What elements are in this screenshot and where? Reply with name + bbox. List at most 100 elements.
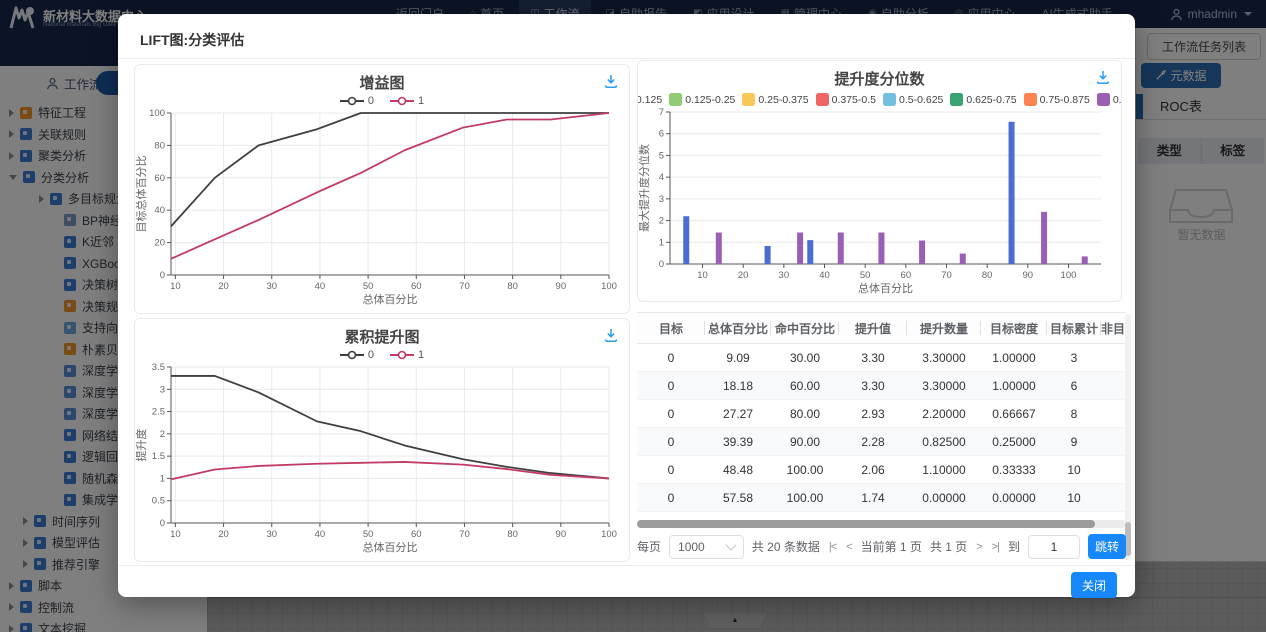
svg-text:70: 70 [459, 529, 470, 540]
svg-text:70: 70 [941, 270, 952, 281]
legend-item[interactable]: 0 [340, 95, 374, 107]
table-cell [1101, 400, 1126, 427]
table-cell: 1.00000 [981, 372, 1047, 399]
table-cell [1101, 484, 1126, 511]
quantile-bar-chart: 10203040506070809010001234567总体百分比最大提升度分… [638, 106, 1121, 299]
svg-text:20: 20 [738, 270, 749, 281]
table-row[interactable]: 039.3990.002.280.825000.250009 [637, 428, 1126, 456]
svg-text:提升度: 提升度 [135, 429, 148, 462]
legend-item[interactable]: 1 [390, 349, 424, 361]
svg-text:80: 80 [982, 270, 993, 281]
legend-item[interactable]: 0.875-1.0 [1097, 93, 1121, 106]
table-cell: 0.66667 [981, 400, 1047, 427]
svg-text:90: 90 [556, 281, 567, 292]
svg-text:20: 20 [154, 238, 165, 249]
svg-text:100: 100 [1061, 270, 1077, 281]
legend-item[interactable]: 0 [340, 349, 374, 361]
legend-item[interactable]: 0.25-0.375 [742, 93, 808, 106]
per-page-label: 每页 [637, 538, 661, 555]
table-cell: 0.00000 [981, 484, 1047, 511]
goto-button[interactable]: 跳转 [1088, 534, 1126, 559]
table-cell: 0 [637, 400, 705, 427]
legend-item[interactable]: 0.75-0.875 [1024, 93, 1090, 106]
table-cell: 2.06 [839, 456, 907, 483]
chart-legend[interactable]: 01 [135, 95, 629, 107]
legend-label: 0.25-0.375 [758, 94, 808, 106]
table-header-row: 目标总体百分比命中百分比提升值提升数量目标密度目标累计非目标累计 [637, 312, 1126, 344]
svg-text:40: 40 [315, 529, 326, 540]
chevron-down-icon [725, 539, 736, 550]
svg-text:5: 5 [659, 150, 664, 161]
legend-label: 0.5-0.625 [899, 94, 943, 106]
table-row[interactable]: 027.2780.002.932.200000.666678 [637, 400, 1126, 428]
legend-swatch [950, 93, 963, 106]
goto-page-input[interactable] [1028, 535, 1080, 559]
table-cell: 0 [637, 484, 705, 511]
hscroll-thumb[interactable] [637, 520, 1095, 528]
legend-swatch [742, 93, 755, 106]
table-hscrollbar[interactable] [637, 520, 1126, 528]
chart-legend[interactable]: 01 [135, 349, 629, 361]
svg-text:10: 10 [170, 281, 181, 292]
table-cell: 30.00 [771, 344, 839, 371]
svg-text:20: 20 [218, 529, 229, 540]
legend-swatch [883, 93, 896, 106]
svg-text:80: 80 [507, 529, 518, 540]
table-row[interactable]: 048.48100.002.061.100000.3333310 [637, 456, 1126, 484]
table-row[interactable]: 09.0930.003.303.300001.000003 [637, 344, 1126, 372]
svg-text:1: 1 [160, 473, 165, 484]
next-page-button[interactable]: > [975, 541, 982, 553]
legend-label: 0.125-0.25 [685, 94, 735, 106]
first-page-button[interactable]: |< [828, 541, 837, 553]
table-header-cell: 提升数量 [907, 313, 981, 343]
table-cell: 0 [637, 344, 705, 371]
legend-item[interactable]: 0.375-0.5 [816, 93, 876, 106]
table-cell: 48.48 [705, 456, 771, 483]
svg-text:0: 0 [659, 259, 664, 270]
svg-text:4: 4 [659, 172, 664, 183]
table-cell [1101, 456, 1126, 483]
table-row[interactable]: 057.58100.001.740.000000.0000010 [637, 484, 1126, 512]
table-cell: 0 [637, 456, 705, 483]
svg-text:3.5: 3.5 [152, 362, 165, 373]
svg-text:100: 100 [601, 281, 617, 292]
table-cell: 3 [1047, 344, 1101, 371]
table-cell: 60.00 [771, 372, 839, 399]
legend-label: 0 [368, 95, 374, 107]
svg-text:2.5: 2.5 [152, 407, 165, 418]
table-cell: 27.27 [705, 400, 771, 427]
table-cell: 2.28 [839, 428, 907, 455]
legend-swatch [816, 93, 829, 106]
download-icon[interactable] [1095, 69, 1111, 85]
legend-item[interactable]: 0.0-0.125 [638, 93, 662, 106]
legend-item[interactable]: 1 [390, 95, 424, 107]
svg-text:50: 50 [363, 281, 374, 292]
close-button[interactable]: 关闭 [1071, 572, 1117, 598]
download-icon[interactable] [603, 73, 619, 89]
table-row[interactable]: 018.1860.003.303.300001.000006 [637, 372, 1126, 400]
bin-legend[interactable]: 0.0-0.125 0.125-0.25 0.25-0.375 0.375-0.5 0.… [638, 93, 1121, 106]
table-cell [1101, 372, 1126, 399]
table-cell: 100.00 [771, 456, 839, 483]
table-vscrollbar[interactable] [1125, 314, 1131, 560]
table-cell: 57.58 [705, 484, 771, 511]
table-cell: 2.93 [839, 400, 907, 427]
table-cell: 0 [637, 372, 705, 399]
table-cell: 9.09 [705, 344, 771, 371]
table-header-cell: 总体百分比 [705, 313, 771, 343]
table-cell [1101, 344, 1126, 371]
table-cell: 8 [1047, 400, 1101, 427]
last-page-button[interactable]: >| [991, 541, 1000, 553]
table-cell: 0.25000 [981, 428, 1047, 455]
table-body: 09.0930.003.303.300001.000003018.1860.00… [637, 344, 1126, 512]
svg-text:10: 10 [170, 529, 181, 540]
per-page-select[interactable]: 1000 [669, 535, 744, 559]
prev-page-button[interactable]: < [845, 541, 852, 553]
legend-item[interactable]: 0.125-0.25 [669, 93, 735, 106]
svg-text:1.5: 1.5 [152, 451, 165, 462]
legend-item[interactable]: 0.5-0.625 [883, 93, 943, 106]
download-icon[interactable] [603, 327, 619, 343]
legend-item[interactable]: 0.625-0.75 [950, 93, 1016, 106]
modal-footer-divider [118, 565, 1135, 566]
pagination: 每页 1000 共 20 条数据 |< < 当前第 1 页 共 1 页 > >|… [637, 534, 1126, 559]
